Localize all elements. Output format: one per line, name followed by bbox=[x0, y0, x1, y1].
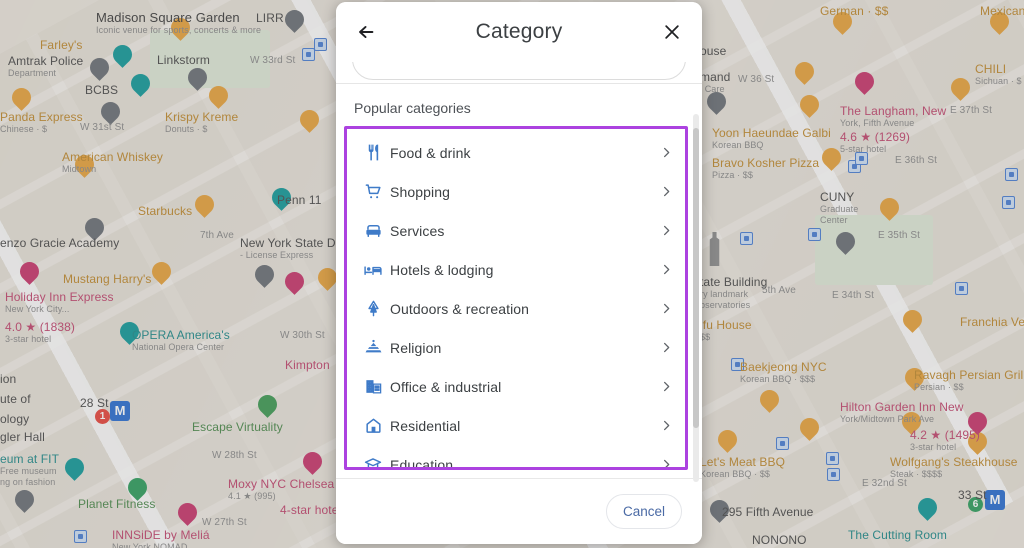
search-strip bbox=[336, 62, 702, 84]
chevron-right-icon[interactable] bbox=[658, 262, 674, 277]
category-item[interactable]: Shopping bbox=[344, 172, 688, 211]
bed-icon bbox=[356, 260, 390, 279]
back-arrow-icon[interactable] bbox=[344, 10, 388, 54]
chevron-right-icon[interactable] bbox=[658, 223, 674, 238]
category-item-label: Hotels & lodging bbox=[390, 261, 494, 278]
category-item[interactable]: Hotels & lodging bbox=[344, 250, 688, 289]
search-input[interactable] bbox=[352, 62, 686, 80]
category-item-label: Religion bbox=[390, 339, 442, 356]
dialog-header: Category bbox=[336, 2, 702, 62]
chevron-right-icon[interactable] bbox=[658, 418, 674, 433]
category-item[interactable]: Services bbox=[344, 211, 688, 250]
armchair-icon bbox=[356, 221, 390, 240]
graduation-cap-icon bbox=[356, 455, 390, 470]
category-item[interactable]: Outdoors & recreation bbox=[344, 289, 688, 328]
scrollbar-thumb[interactable] bbox=[693, 128, 699, 428]
chevron-right-icon[interactable] bbox=[658, 457, 674, 470]
close-icon[interactable] bbox=[650, 10, 694, 54]
category-item[interactable]: Food & drink bbox=[344, 133, 688, 172]
office-building-icon bbox=[356, 377, 390, 396]
category-item[interactable]: Education bbox=[344, 445, 688, 470]
chevron-right-icon[interactable] bbox=[658, 379, 674, 394]
category-item[interactable]: Office & industrial bbox=[344, 367, 688, 406]
category-item-label: Outdoors & recreation bbox=[390, 300, 530, 317]
chevron-right-icon[interactable] bbox=[658, 184, 674, 199]
section-label: Popular categories bbox=[354, 100, 471, 116]
tree-icon bbox=[356, 299, 390, 318]
category-item-label: Shopping bbox=[390, 183, 450, 200]
dialog-scrollbar[interactable] bbox=[693, 114, 699, 482]
chevron-right-icon[interactable] bbox=[658, 145, 674, 160]
category-item-label: Services bbox=[390, 222, 445, 239]
category-list-wrapper: Food & drink Shopping Services Hotels & lod… bbox=[344, 126, 694, 478]
shopping-cart-icon bbox=[356, 182, 390, 201]
chevron-right-icon[interactable] bbox=[658, 301, 674, 316]
page-title: Category bbox=[475, 20, 563, 43]
dialog-footer: Cancel bbox=[336, 478, 702, 544]
category-item-label: Office & industrial bbox=[390, 378, 502, 395]
category-dialog: Category Popular categories Food & drink… bbox=[336, 2, 702, 544]
category-item-label: Education bbox=[390, 456, 454, 471]
category-item[interactable]: Residential bbox=[344, 406, 688, 445]
category-item-label: Food & drink bbox=[390, 144, 471, 161]
restaurant-icon bbox=[356, 143, 390, 162]
cancel-button[interactable]: Cancel bbox=[605, 494, 682, 529]
chevron-right-icon[interactable] bbox=[658, 340, 674, 355]
temple-icon bbox=[356, 338, 390, 357]
category-item[interactable]: Religion bbox=[344, 328, 688, 367]
category-list[interactable]: Food & drink Shopping Services Hotels & lod… bbox=[344, 126, 688, 470]
category-item-label: Residential bbox=[390, 417, 461, 434]
house-icon bbox=[356, 416, 390, 435]
